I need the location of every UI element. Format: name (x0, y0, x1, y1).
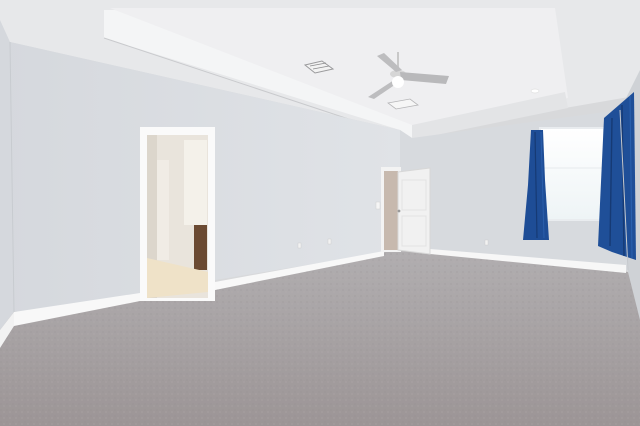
door-handle (397, 209, 401, 213)
wall-outlet (297, 242, 302, 249)
light-switch (375, 201, 381, 210)
recessed-light (530, 88, 540, 94)
hall-opening (384, 171, 398, 250)
room-illustration (0, 0, 640, 426)
window (539, 127, 605, 221)
fan-light (392, 76, 404, 88)
wall-outlet (484, 239, 489, 246)
bathroom-vanity (194, 225, 207, 270)
empty-bedroom-photo (0, 0, 640, 426)
wall-outlet (327, 238, 332, 245)
open-door (397, 167, 431, 255)
